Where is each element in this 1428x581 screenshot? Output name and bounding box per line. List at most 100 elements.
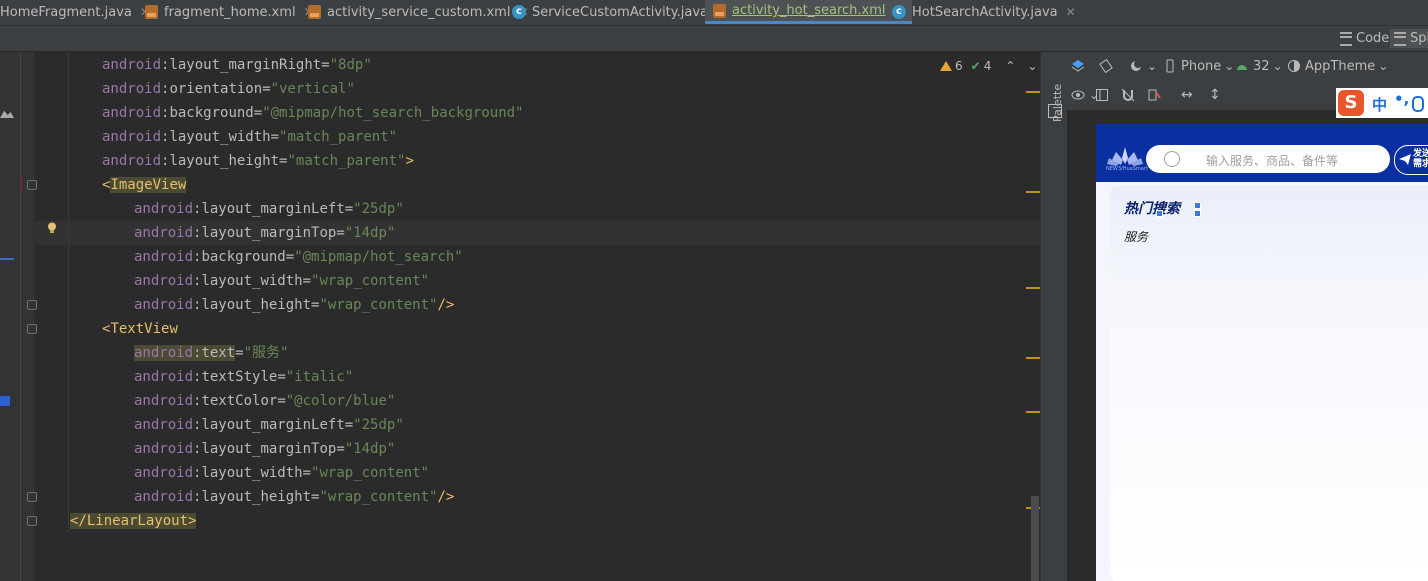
- tag-name: TextView: [110, 321, 178, 337]
- attr-value: "wrap_content": [311, 273, 430, 289]
- search-input[interactable]: 输入服务、商品、备件等: [1146, 145, 1390, 173]
- attr-name: layout_width: [201, 273, 303, 289]
- code-line[interactable]: android:background="@mipmap/hot_search_b…: [102, 101, 523, 125]
- attr-namespace: android: [134, 345, 194, 361]
- selection-handle[interactable]: [1156, 210, 1163, 217]
- attr-equals: =: [277, 393, 286, 409]
- attr-equals: =: [302, 273, 312, 289]
- default-margins-button[interactable]: [1147, 85, 1165, 105]
- ime-mode-label[interactable]: 中: [1372, 94, 1387, 115]
- attr-name: textColor: [201, 393, 278, 409]
- close-icon[interactable]: ✕: [1066, 5, 1076, 19]
- constraints-button[interactable]: [1121, 85, 1139, 105]
- code-line[interactable]: android:layout_marginTop="14dp": [134, 437, 395, 461]
- fold-marker[interactable]: [27, 300, 37, 310]
- code-line[interactable]: android:layout_height="match_parent">: [102, 149, 414, 173]
- attr-name: layout_height: [201, 297, 312, 313]
- tab-home-fragment-java[interactable]: HomeFragment.java ✕: [0, 0, 150, 24]
- tab-label: fragment_home.xml: [164, 4, 296, 20]
- tab-activity-service-custom-xml[interactable]: activity_service_custom.xml ✕: [308, 0, 529, 24]
- device-selector[interactable]: Phone ⌄: [1163, 56, 1234, 76]
- magnet-off-icon: [1121, 88, 1135, 102]
- selection-handle[interactable]: [1194, 202, 1201, 209]
- fold-marker[interactable]: [27, 180, 37, 190]
- ime-toolbar[interactable]: S 中 •,: [1336, 88, 1428, 118]
- tab-label: activity_service_custom.xml: [327, 4, 511, 20]
- arrows-vertical-icon: ↕: [1209, 87, 1221, 103]
- attr-equals: =: [344, 201, 354, 217]
- code-line[interactable]: android:layout_width="wrap_content": [134, 269, 429, 293]
- code-line[interactable]: android:layout_marginLeft="25dp": [134, 197, 404, 221]
- code-line[interactable]: android:layout_height="wrap_content"/>: [134, 293, 454, 317]
- code-line[interactable]: android:text="服务": [134, 341, 288, 365]
- stripe-mark[interactable]: [1026, 411, 1040, 413]
- design-surface-button[interactable]: [1071, 56, 1089, 76]
- orientation-button[interactable]: [1099, 56, 1117, 76]
- expand-vertical-button[interactable]: ↕: [1209, 85, 1221, 105]
- eye-icon: [1071, 90, 1085, 100]
- fold-marker[interactable]: [27, 516, 37, 526]
- attr-value: "14dp": [344, 441, 396, 457]
- phone-preview[interactable]: NEW3/HuaSmart 输入服务、商品、备件等 发送 需求 热门搜索 服务: [1096, 124, 1428, 581]
- stripe-mark[interactable]: [1026, 357, 1040, 359]
- attr-name: layout_height: [201, 489, 312, 505]
- tag-bracket: />: [437, 297, 455, 313]
- api-level-selector[interactable]: 32 ⌄: [1235, 56, 1283, 76]
- editor-scrollbar-thumb[interactable]: [1031, 496, 1039, 581]
- tag-name: ImageView: [110, 177, 187, 193]
- code-line[interactable]: android:layout_width="match_parent": [102, 125, 397, 149]
- expand-horizontal-button[interactable]: ↔: [1181, 85, 1193, 105]
- code-line[interactable]: android:background="@mipmap/hot_search": [134, 245, 463, 269]
- tab-service-custom-activity-java[interactable]: c ServiceCustomActivity.java ✕: [512, 0, 726, 24]
- split-view-button[interactable]: Spl: [1390, 29, 1428, 48]
- code-line[interactable]: android:layout_height="wrap_content"/>: [134, 485, 454, 509]
- java-class-icon: c: [892, 5, 906, 19]
- rotate-icon: [1099, 59, 1113, 73]
- theme-selector[interactable]: AppTheme ⌄: [1287, 56, 1388, 76]
- code-line[interactable]: android:orientation="vertical": [102, 77, 355, 101]
- tab-activity-hot-search-xml[interactable]: activity_hot_search.xml ✕: [705, 0, 912, 24]
- blueprint-button[interactable]: [1095, 85, 1113, 105]
- attr-value: "8dp": [329, 57, 372, 73]
- stripe-mark[interactable]: [1026, 91, 1040, 93]
- code-line[interactable]: android:textColor="@color/blue": [134, 389, 395, 413]
- fold-marker[interactable]: [27, 492, 37, 502]
- ime-logo-icon: S: [1338, 90, 1364, 116]
- attr-namespace: android: [134, 249, 194, 265]
- hot-search-title[interactable]: 热门搜索: [1124, 198, 1180, 218]
- ime-punct-label[interactable]: •,: [1394, 90, 1409, 108]
- tab-hot-search-activity-java[interactable]: c HotSearchActivity.java ✕: [892, 0, 1076, 24]
- night-mode-button[interactable]: ⌄: [1129, 56, 1157, 76]
- code-line[interactable]: android:layout_marginTop="14dp": [134, 221, 395, 245]
- chevron-up-icon[interactable]: ⌃: [1005, 59, 1015, 73]
- margins-icon: [1148, 89, 1161, 101]
- error-marker: [20, 176, 22, 192]
- inspection-widget[interactable]: 6 ✔ 4 ⌃ ⌄: [940, 58, 1037, 74]
- code-line[interactable]: android:layout_marginRight="8dp": [102, 53, 372, 77]
- code-line[interactable]: android:layout_width="wrap_content": [134, 461, 429, 485]
- attr-equals: =: [336, 441, 345, 457]
- send-icon: [1399, 154, 1411, 165]
- microphone-icon[interactable]: [1412, 96, 1424, 112]
- code-line[interactable]: <TextView: [102, 317, 178, 341]
- code-line[interactable]: android:textStyle="italic": [134, 365, 353, 389]
- lightbulb-icon[interactable]: [47, 222, 57, 234]
- app-header: NEW3/HuaSmart 输入服务、商品、备件等 发送 需求: [1096, 124, 1428, 182]
- selection-handle[interactable]: [1194, 210, 1201, 217]
- fold-marker[interactable]: [27, 324, 37, 334]
- code-view-button[interactable]: Code: [1340, 29, 1389, 48]
- attr-value: "vertical": [270, 81, 355, 97]
- send-request-button[interactable]: 发送 需求: [1394, 145, 1428, 175]
- code-line[interactable]: </LinearLayout>: [70, 509, 197, 533]
- palette-side-tab[interactable]: Palette: [1040, 52, 1067, 581]
- attr-name: layout_marginTop: [201, 441, 337, 457]
- attr-equals: =: [321, 57, 330, 73]
- code-line[interactable]: android:layout_marginLeft="25dp": [134, 413, 404, 437]
- stripe-mark[interactable]: [1026, 191, 1040, 193]
- code-line[interactable]: <ImageView: [102, 173, 187, 197]
- tag-bracket: </: [70, 513, 87, 529]
- attr-value: "wrap_content": [319, 489, 438, 505]
- tab-fragment-home-xml[interactable]: fragment_home.xml ✕: [145, 0, 314, 24]
- device-label: Phone: [1181, 58, 1222, 74]
- stripe-mark[interactable]: [1026, 287, 1040, 289]
